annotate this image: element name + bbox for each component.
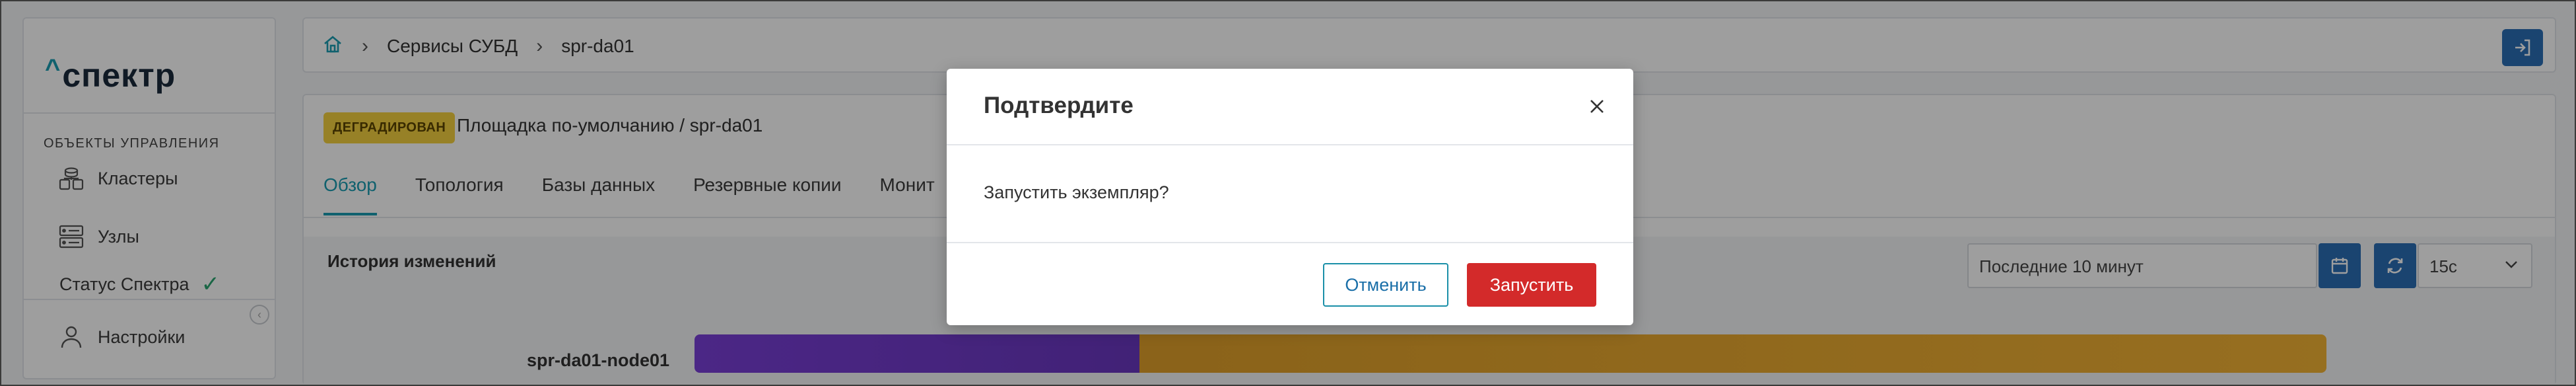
dialog-title: Подтвердите bbox=[984, 93, 1134, 118]
cancel-button[interactable]: Отменить bbox=[1323, 263, 1448, 307]
confirm-dialog: Подтвердите Запустить экземпляр? Отменит… bbox=[947, 69, 1633, 325]
divider bbox=[947, 242, 1633, 243]
divider bbox=[947, 144, 1633, 145]
close-button[interactable] bbox=[1587, 96, 1607, 116]
close-icon bbox=[1590, 100, 1604, 113]
start-button[interactable]: Запустить bbox=[1467, 263, 1596, 307]
dialog-message: Запустить экземпляр? bbox=[984, 182, 1169, 202]
app-window: ^спектр ОБЪЕКТЫ УПРАВЛЕНИЯ Кластеры Узлы bbox=[0, 0, 2576, 386]
